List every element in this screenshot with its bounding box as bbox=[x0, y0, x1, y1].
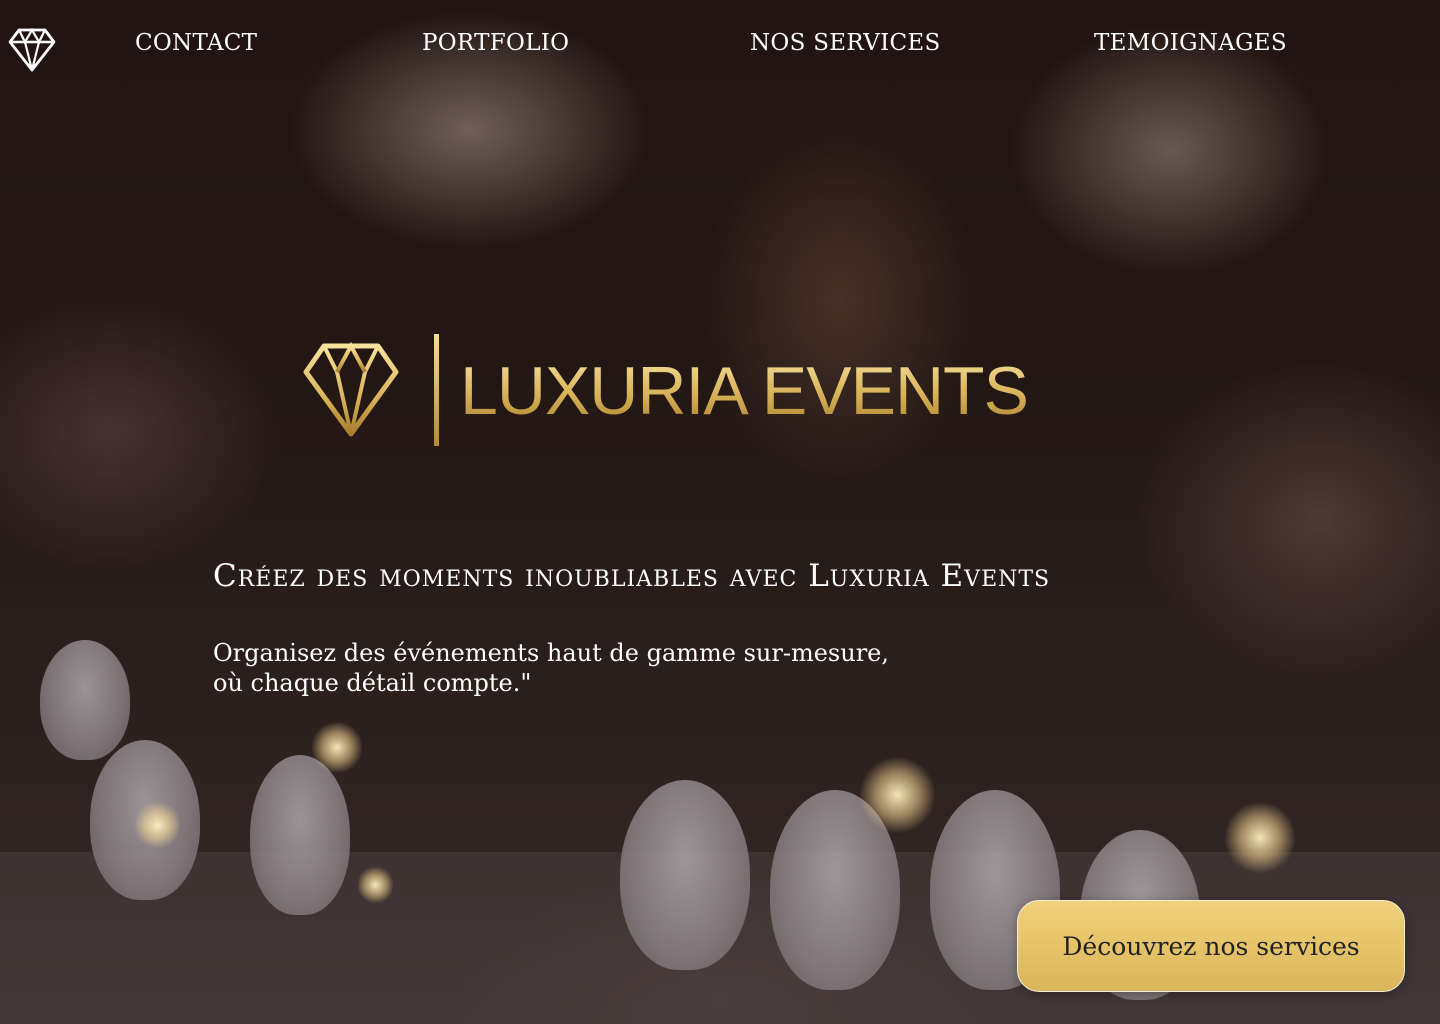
brand-divider bbox=[434, 334, 439, 446]
top-navigation: CONTACT PORTFOLIO NOS SERVICES TEMOIGNAG… bbox=[0, 0, 1440, 92]
diamond-icon[interactable] bbox=[8, 26, 56, 72]
hero-subtext-line-1: Organisez des événements haut de gamme s… bbox=[213, 639, 889, 667]
nav-link-services[interactable]: NOS SERVICES bbox=[750, 30, 941, 56]
nav-link-testimonials[interactable]: TEMOIGNAGES bbox=[1094, 30, 1287, 56]
nav-link-portfolio[interactable]: PORTFOLIO bbox=[422, 30, 569, 56]
brand-logo: Luxuria Events bbox=[300, 332, 1029, 448]
hero-subtext: Organisez des événements haut de gamme s… bbox=[213, 638, 973, 698]
background-photo bbox=[0, 0, 1440, 1024]
hero-subtext-line-2: où chaque détail compte." bbox=[213, 669, 532, 697]
discover-services-button[interactable]: Découvrez nos services bbox=[1017, 900, 1405, 992]
hero-headline: Créez des moments inoubliables avec Luxu… bbox=[213, 558, 1051, 594]
diamond-icon bbox=[302, 340, 400, 438]
nav-link-contact[interactable]: CONTACT bbox=[135, 30, 257, 56]
brand-name: Luxuria Events bbox=[460, 353, 1029, 429]
landing-page: CONTACT PORTFOLIO NOS SERVICES TEMOIGNAG… bbox=[0, 0, 1440, 1024]
